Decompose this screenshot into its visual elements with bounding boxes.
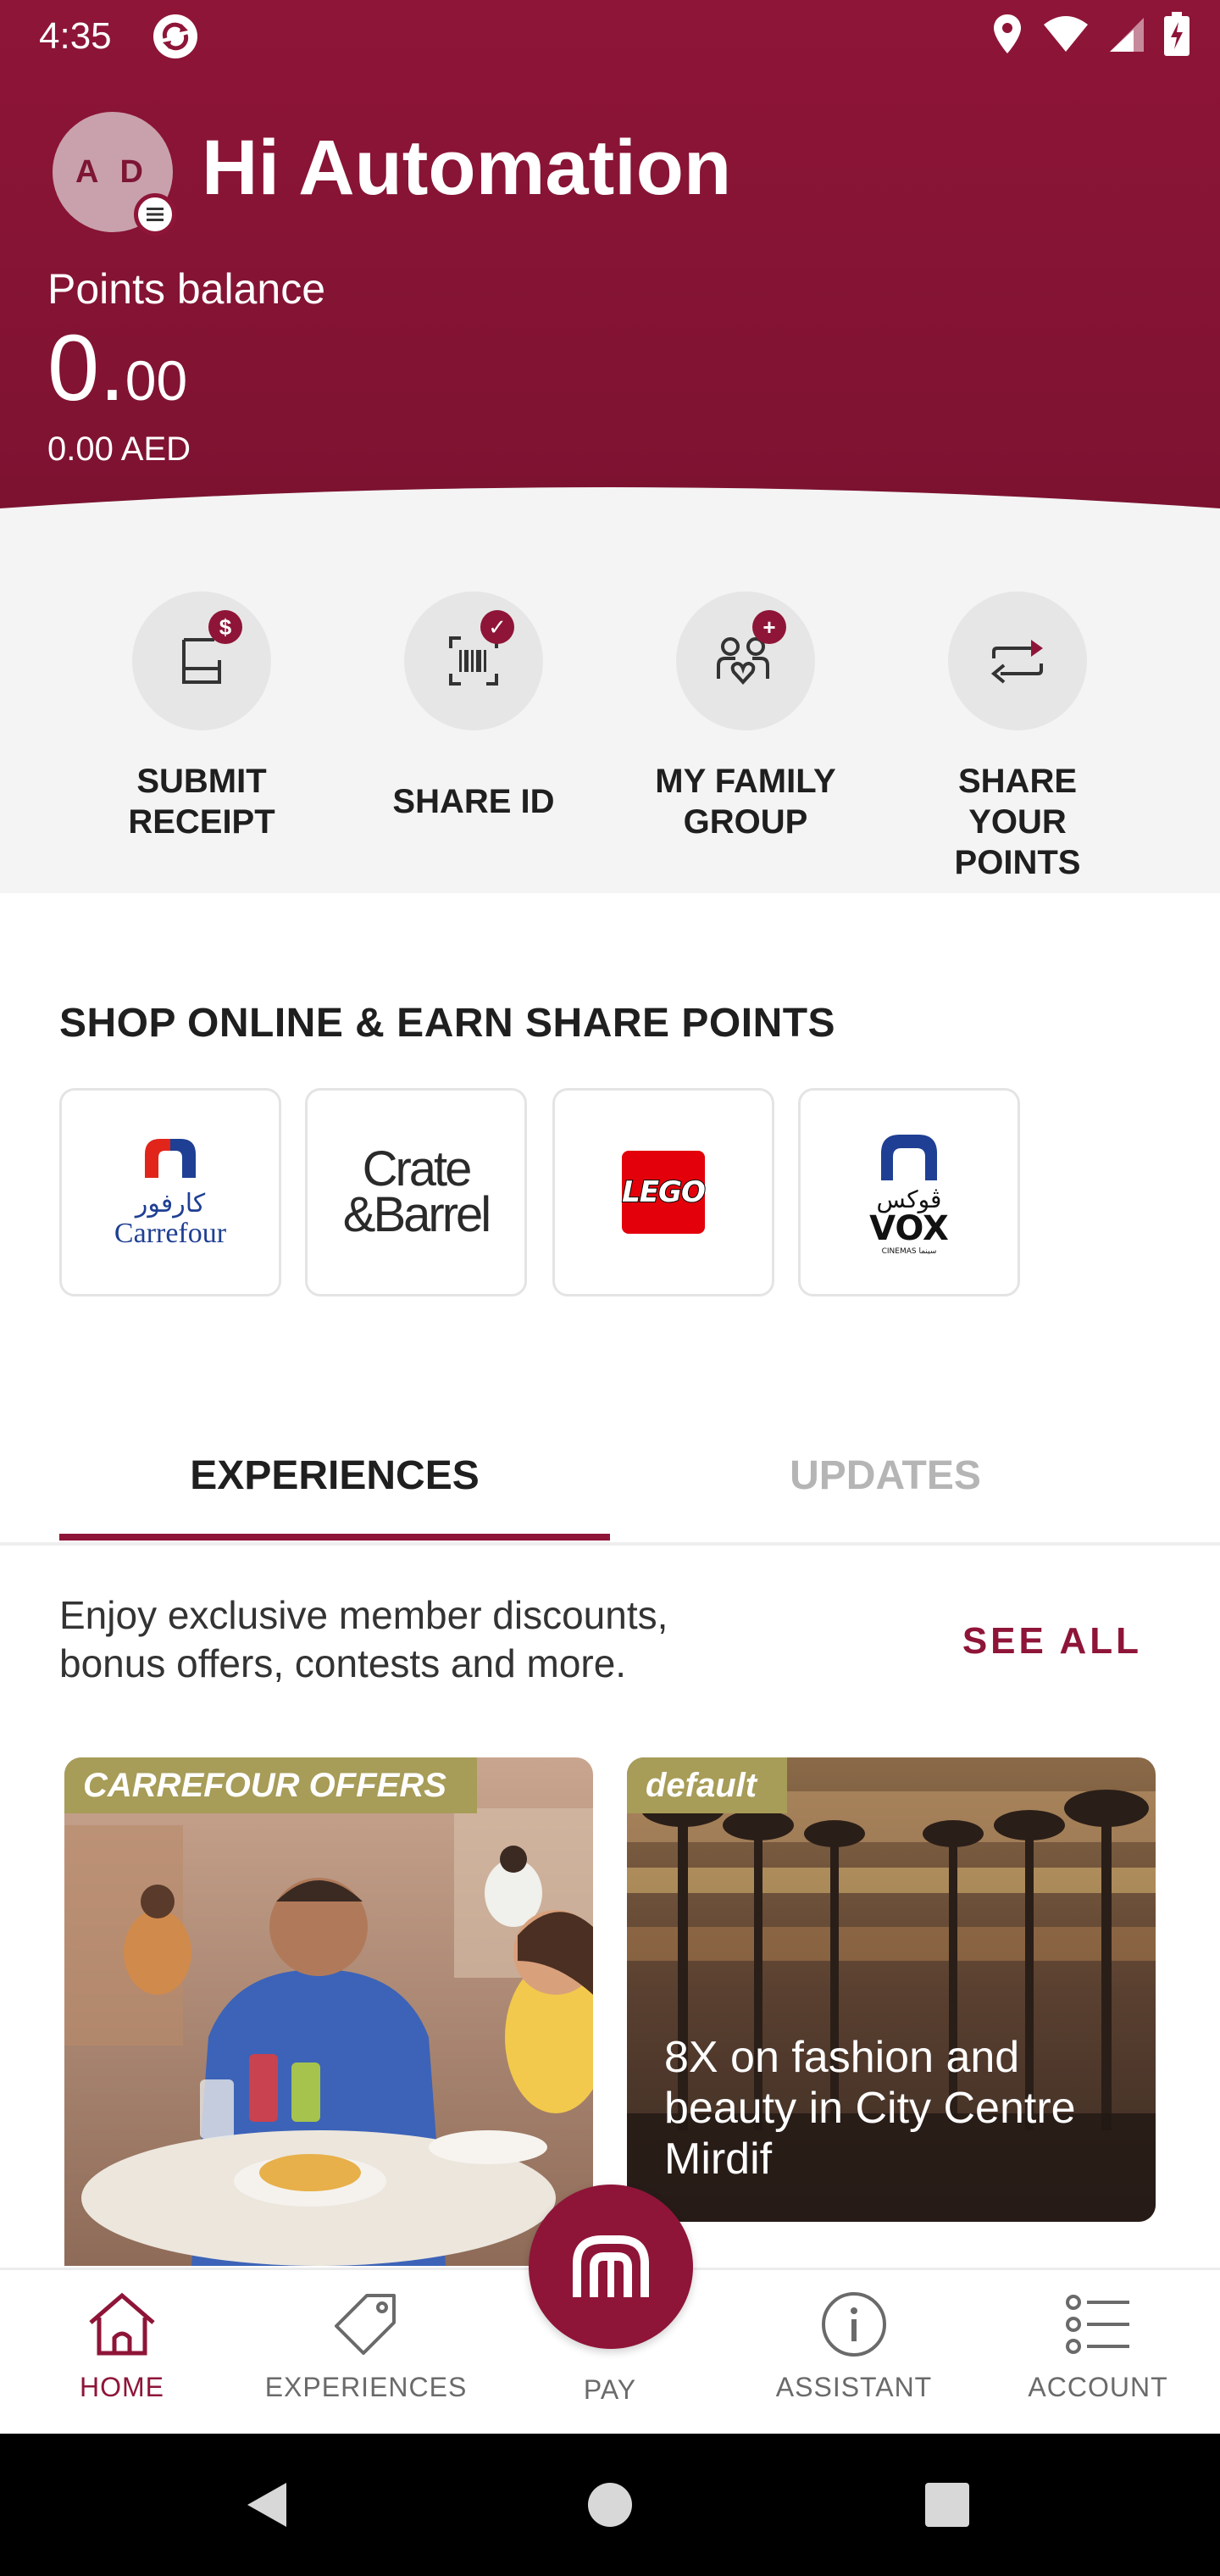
pay-button[interactable] (529, 2185, 693, 2349)
pay-logo-icon (573, 2235, 649, 2297)
family-group-circle: + (676, 591, 815, 730)
submit-receipt-circle: $ (132, 591, 271, 730)
vox-logo: ڤوكس VOX CINEMAS سينما (869, 1135, 949, 1256)
location-icon (994, 14, 1021, 53)
home-icon (89, 2292, 155, 2356)
tab-experiences[interactable]: EXPERIENCES (59, 1412, 610, 1539)
back-icon[interactable] (242, 2479, 293, 2530)
partner-crate-barrel[interactable]: Crate &Barrel (305, 1088, 527, 1296)
quick-actions: $ SUBMIT RECEIPT ✓ SHARE ID + MY FAMILY … (0, 542, 1220, 893)
tag-icon (335, 2294, 396, 2355)
nav-experiences[interactable]: EXPERIENCES (244, 2290, 488, 2403)
tab-active-indicator (59, 1534, 610, 1541)
receipt-badge: $ (208, 610, 242, 644)
recents-icon[interactable] (925, 2483, 969, 2527)
nav-assistant[interactable]: ASSISTANT (732, 2290, 976, 2403)
card-tag: default (627, 1757, 788, 1813)
family-group-button[interactable]: + MY FAMILY GROUP (635, 591, 856, 842)
submit-receipt-label: SUBMIT RECEIPT (128, 763, 275, 841)
family-badge: + (752, 610, 786, 644)
crate-barrel-line2: &Barrel (342, 1187, 491, 1242)
crate-barrel-logo: Crate &Barrel (342, 1141, 491, 1242)
shop-section-title: SHOP ONLINE & EARN SHARE POINTS (59, 1001, 836, 1046)
experience-card-mirdif[interactable]: default 8X on fashion and beauty in City… (627, 1757, 1156, 2222)
vox-sub: CINEMAS سينما (882, 1247, 937, 1256)
status-time: 4:35 (39, 15, 112, 57)
vox-name: VOX (869, 1209, 949, 1248)
share-id-badge: ✓ (480, 610, 514, 644)
header: 4:35 A D Hi Automation Points balance 0.… (0, 0, 1220, 576)
experiences-description: Enjoy exclusive member discounts, bonus … (59, 1593, 668, 1685)
carrefour-logo: كارفور Carrefour (114, 1139, 227, 1249)
partner-lego[interactable]: LEGO (552, 1088, 774, 1296)
points-label: Points balance (47, 265, 326, 313)
lego-text: LEGO (621, 1174, 707, 1210)
dining-photo (64, 1757, 593, 2266)
nav-home-label: HOME (80, 2372, 164, 2402)
nav-assistant-label: ASSISTANT (775, 2372, 933, 2402)
see-all-link[interactable]: SEE ALL (962, 1620, 1142, 1663)
lego-logo: LEGO (621, 1151, 707, 1234)
nav-experiences-label: EXPERIENCES (264, 2372, 468, 2402)
avatar-menu-icon[interactable] (134, 193, 176, 236)
share-points-button[interactable]: SHARE YOUR POINTS (907, 591, 1128, 883)
points-aed: 0.00 AED (47, 430, 191, 468)
list-icon (1066, 2295, 1129, 2354)
signal-icon (1110, 18, 1144, 52)
nav-home[interactable]: HOME (0, 2290, 244, 2403)
card-caption: 8X on fashion and beauty in City Centre … (664, 2033, 1076, 2184)
wifi-icon (1044, 16, 1088, 52)
content-tabs: EXPERIENCES UPDATES (0, 1412, 1220, 1546)
system-nav-bar (0, 2434, 1220, 2576)
status-icons (991, 12, 1190, 56)
partner-carrefour[interactable]: كارفور Carrefour (59, 1088, 281, 1296)
carrefour-name: Carrefour (114, 1218, 227, 1249)
share-points-label: SHARE YOUR POINTS (954, 763, 1081, 881)
share-points-circle (948, 591, 1087, 730)
sync-icon (153, 14, 197, 58)
card-tag: CARREFOUR OFFERS (64, 1757, 477, 1813)
info-icon (822, 2292, 886, 2357)
status-bar: 4:35 (0, 0, 1220, 73)
tabs-divider (0, 1542, 1220, 1546)
points-decimal: 00 (125, 349, 188, 412)
partner-vox[interactable]: ڤوكس VOX CINEMAS سينما (798, 1088, 1020, 1296)
points-whole: 0. (47, 316, 125, 420)
points-balance[interactable]: 0.00 (47, 322, 187, 415)
share-id-label: SHARE ID (392, 783, 555, 820)
share-id-button[interactable]: ✓ SHARE ID (363, 591, 584, 842)
family-group-label: MY FAMILY GROUP (655, 763, 836, 841)
nav-account-label: ACCOUNT (1028, 2372, 1168, 2402)
battery-icon (1164, 12, 1190, 56)
crate-barrel-line1: Crate (362, 1141, 473, 1196)
transfer-arrows-icon (990, 640, 1043, 684)
submit-receipt-button[interactable]: $ SUBMIT RECEIPT (92, 591, 312, 842)
carrefour-arabic: كارفور (134, 1189, 206, 1219)
experience-card-carrefour[interactable]: CARREFOUR OFFERS (64, 1757, 593, 2266)
greeting: Hi Automation (202, 125, 732, 211)
nav-account[interactable]: ACCOUNT (976, 2290, 1220, 2403)
tab-updates[interactable]: UPDATES (610, 1412, 1161, 1539)
nav-pay-label: PAY (583, 2374, 637, 2405)
menu-lines-icon (147, 208, 164, 221)
home-circle-icon[interactable] (586, 2481, 634, 2529)
share-id-circle: ✓ (404, 591, 543, 730)
